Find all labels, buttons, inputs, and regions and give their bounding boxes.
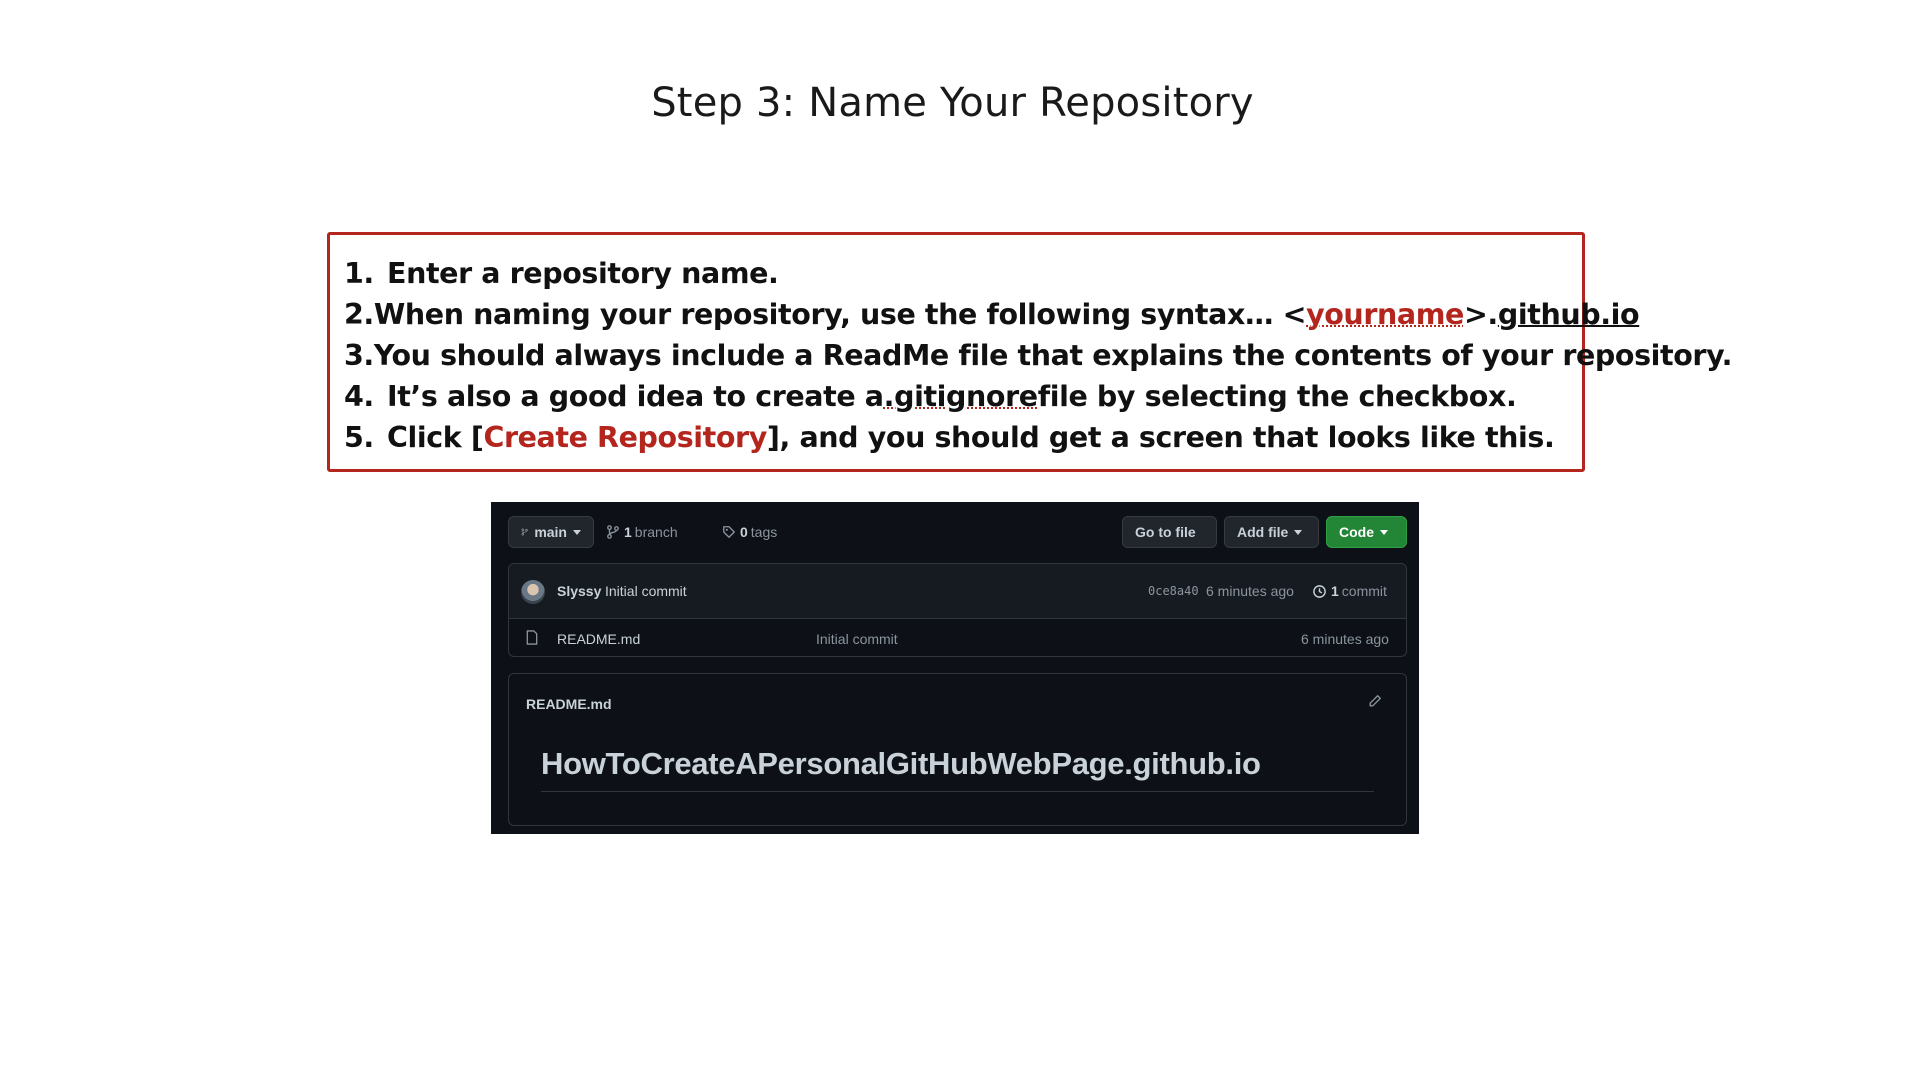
readme-filename: README.md — [526, 696, 612, 712]
item-text: ], and you should get a screen that look… — [766, 421, 1555, 454]
commit-history-link[interactable]: 1 commit — [1312, 583, 1387, 599]
git-branch-icon — [607, 525, 619, 539]
history-icon — [1313, 584, 1326, 598]
item-text: >. — [1463, 298, 1498, 331]
item-number: 5. — [344, 421, 374, 454]
item-text: Click [ — [387, 421, 484, 454]
github-repo-screenshot: main 1 branch 0 tags Go to file Add file… — [491, 502, 1419, 834]
item-number: 3. — [344, 339, 374, 372]
add-file-button[interactable]: Add file — [1224, 516, 1319, 548]
commit-hash[interactable]: 0ce8a40 — [1148, 584, 1199, 598]
table-row[interactable]: README.md Initial commit 6 minutes ago — [509, 619, 1406, 657]
commit-label: commit — [1341, 583, 1387, 599]
gitignore-term: .gitignore — [883, 380, 1038, 413]
instructions-box: 1. Enter a repository name. 2. When nami… — [327, 232, 1732, 472]
file-name[interactable]: README.md — [557, 631, 640, 647]
item-text: Enter a repository name. — [387, 257, 779, 290]
instruction-item-5: 5. Click [Create Repository], and you sh… — [344, 417, 1582, 458]
tag-icon — [723, 526, 735, 538]
branch-label: branch — [634, 524, 678, 540]
instruction-item-3: 3. You should always include a ReadMe fi… — [344, 335, 1732, 376]
tag-label: tags — [750, 524, 778, 540]
instruction-item-4: 4. It’s also a good idea to create a .gi… — [344, 376, 1582, 417]
item-text: file by selecting the checkbox. — [1037, 380, 1517, 413]
go-to-file-label: Go to file — [1135, 524, 1196, 540]
chevron-down-icon — [1380, 529, 1388, 535]
instruction-item-1: 1. Enter a repository name. — [344, 253, 1582, 294]
branch-select-button[interactable]: main — [508, 516, 594, 548]
readme-heading: HowToCreateAPersonalGitHubWebPage.github… — [541, 746, 1261, 781]
item-text: It’s also a good idea to create a — [387, 380, 884, 413]
item-text: You should always include a ReadMe file … — [373, 339, 1733, 372]
chevron-down-icon — [1294, 529, 1303, 535]
item-number: 1. — [344, 257, 374, 290]
commit-count: 1 — [1331, 583, 1339, 599]
commit-time: 6 minutes ago — [1206, 583, 1294, 599]
add-file-label: Add file — [1237, 524, 1289, 540]
go-to-file-button[interactable]: Go to file — [1122, 516, 1217, 548]
pencil-icon[interactable] — [1368, 694, 1382, 708]
file-time: 6 minutes ago — [1301, 631, 1389, 647]
file-icon — [526, 630, 538, 645]
divider — [541, 791, 1374, 792]
github-io-domain: github.io — [1497, 298, 1640, 331]
create-repository-label: Create Repository — [483, 421, 767, 454]
latest-commit-bar: Slyssy Initial commit 0ce8a40 6 minutes … — [509, 564, 1406, 619]
avatar[interactable] — [521, 580, 545, 604]
code-button[interactable]: Code — [1326, 516, 1407, 548]
branch-name: main — [534, 524, 567, 540]
branches-link[interactable]: 1 branch — [606, 524, 678, 540]
item-number: 4. — [344, 380, 374, 413]
item-number: 2. — [344, 298, 374, 331]
instruction-item-2: 2. When naming your repository, use the … — [344, 294, 1640, 335]
tags-link[interactable]: 0 tags — [722, 524, 777, 540]
code-label: Code — [1339, 524, 1374, 540]
file-listing: Slyssy Initial commit 0ce8a40 6 minutes … — [508, 563, 1407, 657]
commit-author[interactable]: Slyssy — [557, 583, 601, 599]
tag-count: 0 — [740, 524, 748, 540]
branch-count: 1 — [624, 524, 632, 540]
chevron-down-icon — [573, 529, 581, 535]
slide-title: Step 3: Name Your Repository — [651, 80, 1254, 126]
file-commit-message[interactable]: Initial commit — [816, 631, 898, 647]
item-text: When naming your repository, use the fol… — [373, 298, 1307, 331]
commit-message[interactable]: Initial commit — [605, 583, 687, 599]
readme-panel: README.md HowToCreateAPersonalGitHubWebP… — [508, 673, 1407, 826]
git-branch-icon — [521, 528, 528, 536]
yourname-placeholder: yourname — [1306, 298, 1464, 331]
